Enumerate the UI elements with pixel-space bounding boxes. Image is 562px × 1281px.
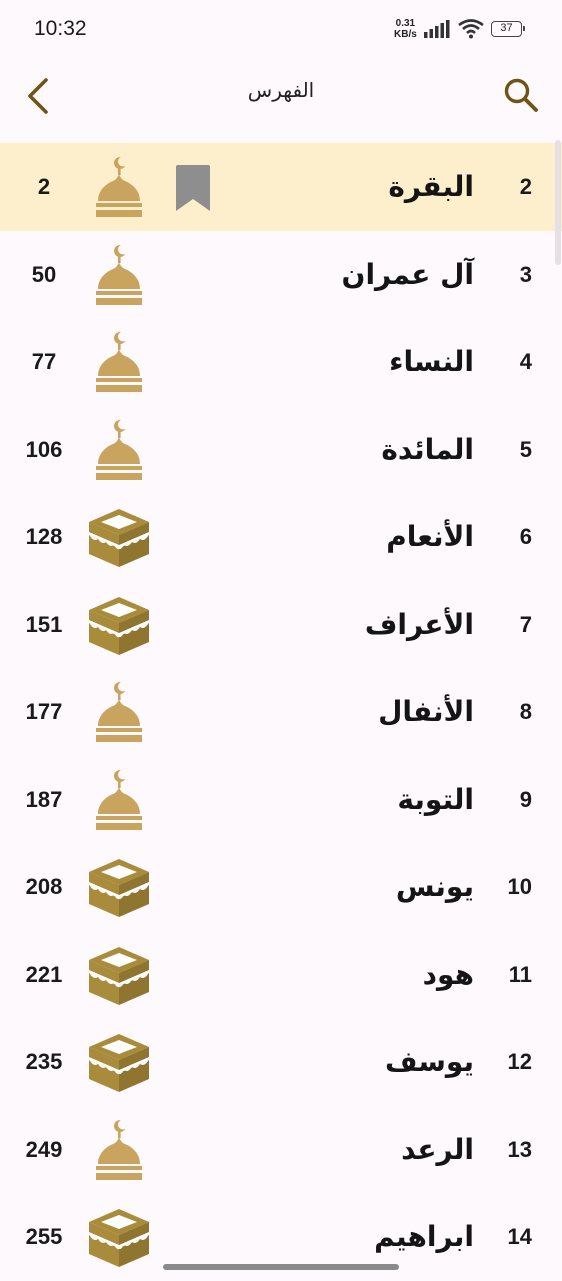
surah-name: آل عمران (341, 257, 474, 291)
kaaba-icon (89, 509, 149, 567)
surah-number: 9 (519, 786, 532, 812)
mosque-icon (96, 681, 142, 742)
page-number: 50 (31, 261, 57, 287)
mosque-icon (96, 769, 142, 830)
gesture-bar[interactable] (163, 1264, 399, 1270)
page-number: 106 (25, 436, 63, 462)
surah-name: البقرة (388, 170, 474, 203)
mosque-icon (96, 156, 142, 217)
page-number: 177 (25, 699, 63, 724)
surah-name: الأنفال (378, 695, 474, 728)
search-icon (504, 78, 538, 112)
surah-number: 11 (508, 961, 532, 987)
surah-row[interactable]: 8 الأنفال 177 (0, 668, 562, 756)
surah-row[interactable]: 12 يوسف 235 (0, 1018, 562, 1106)
page-number: 151 (25, 611, 63, 637)
surah-number: 5 (519, 436, 532, 462)
surah-row[interactable]: 9 التوبة 187 (0, 756, 562, 844)
surah-number: 13 (507, 1136, 532, 1162)
network-speed: 0.31 KB/s (394, 18, 417, 40)
surah-row[interactable]: 10 يونس 208 (0, 843, 562, 931)
mosque-icon (96, 244, 142, 305)
surah-number: 12 (507, 1049, 532, 1074)
search-button[interactable] (498, 72, 546, 116)
page-number: 2 (37, 174, 51, 199)
app-bar: الفهرس (0, 62, 562, 140)
mosque-icon (96, 419, 142, 480)
page-title: الفهرس (247, 78, 315, 102)
page-number: 221 (25, 961, 63, 987)
surah-number: 6 (519, 524, 532, 549)
page-number: 249 (25, 1136, 63, 1162)
mosque-icon (96, 1119, 142, 1180)
kaaba-icon (89, 859, 149, 917)
surah-number: 14 (507, 1224, 532, 1249)
page-number: 187 (25, 786, 63, 812)
surah-number: 7 (519, 611, 532, 637)
page-number: 208 (25, 874, 63, 899)
bookmark-icon[interactable] (174, 165, 212, 211)
surah-row[interactable]: 4 النساء 77 (0, 318, 562, 406)
page-number: 128 (25, 524, 63, 549)
surah-row[interactable]: 6 الأنعام 128 (0, 493, 562, 581)
wifi-icon (458, 19, 484, 39)
surah-name: النساء (389, 345, 474, 378)
page-number: 255 (25, 1224, 63, 1249)
network-speed-value: 0.31 (395, 18, 416, 29)
surah-number: 10 (507, 874, 532, 899)
kaaba-icon (89, 1034, 149, 1092)
surah-name: الأعراف (364, 607, 474, 641)
surah-number: 8 (519, 699, 532, 724)
surah-name: الرعد (401, 1132, 474, 1166)
surah-number: 4 (519, 349, 532, 374)
battery-level: 37 (500, 22, 513, 34)
surah-row[interactable]: 2 البقرة 2 (0, 143, 562, 231)
surah-row[interactable]: 7 الأعراف 151 (0, 581, 562, 669)
page-number: 235 (25, 1049, 63, 1074)
page-number: 77 (31, 349, 57, 374)
surah-name: الأنعام (386, 520, 474, 553)
scrollbar-thumb[interactable] (555, 140, 561, 265)
surah-row[interactable]: 5 المائدة 106 (0, 406, 562, 494)
kaaba-icon (89, 946, 149, 1005)
surah-list[interactable]: 2 البقرة 2 3 آل عمران 50 4 النساء 77 5 المائدة (0, 143, 562, 1281)
network-speed-unit: KB/s (394, 29, 417, 40)
surah-row[interactable]: 3 آل عمران 50 (0, 231, 562, 319)
kaaba-icon (89, 1209, 149, 1267)
kaaba-icon (89, 596, 149, 655)
surah-row[interactable]: 11 هود 221 (0, 931, 562, 1019)
surah-number: 3 (519, 261, 532, 287)
mosque-icon (96, 331, 142, 392)
surah-row[interactable]: 13 الرعد 249 (0, 1106, 562, 1194)
surah-number: 2 (519, 174, 532, 199)
signal-icon (424, 20, 450, 38)
status-time: 10:32 (34, 17, 87, 40)
surah-name: المائدة (381, 432, 474, 466)
surah-name: يونس (395, 870, 474, 903)
status-bar: 10:32 0.31 KB/s 37 (0, 0, 562, 62)
surah-name: هود (422, 957, 474, 991)
battery-icon: 37 (491, 21, 525, 37)
surah-name: التوبة (397, 782, 474, 816)
surah-name: يوسف (385, 1045, 474, 1078)
